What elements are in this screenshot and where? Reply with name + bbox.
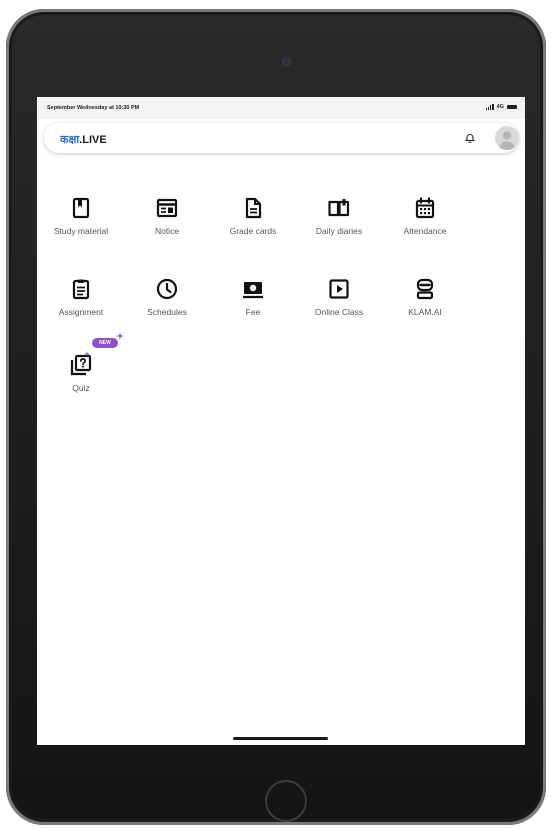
menu-item-label: Study material (53, 226, 109, 236)
menu-item-label: Attendance (403, 226, 447, 236)
status-time: September Wednesday at 10:30 PM (47, 105, 140, 111)
status-indicators: 4G (485, 104, 517, 110)
network-label: 4G (496, 104, 504, 110)
menu-item-klam-ai[interactable]: KLAM.AI (385, 277, 465, 317)
app-bar: कक्षा.LIVE (44, 123, 519, 153)
clock-icon (156, 278, 178, 300)
status-bar: September Wednesday at 10:30 PM 4G (37, 97, 525, 119)
tablet-screen: September Wednesday at 10:30 PM 4G कक्षा… (37, 97, 525, 745)
menu-item-quiz[interactable]: Quiz (41, 353, 121, 393)
menu-item-grade-cards[interactable]: Grade cards (213, 196, 293, 236)
menu-item-label: Notice (154, 226, 180, 236)
menu-item-study-material[interactable]: Study material (41, 196, 121, 236)
menu-item-label: Online Class (314, 307, 364, 317)
avatar-icon[interactable] (495, 126, 519, 150)
menu-item-label: Schedules (147, 307, 187, 317)
sparkle-icon (84, 351, 90, 357)
open-book-icon (328, 199, 350, 217)
menu-item-assignment[interactable]: Assignment (41, 277, 121, 317)
battery-icon (507, 105, 517, 109)
bell-icon[interactable] (464, 132, 476, 144)
logo-devanagari: कक्षा (60, 134, 80, 146)
signal-icon (485, 104, 494, 110)
robot-icon (416, 278, 434, 300)
document-icon (245, 197, 262, 219)
menu-item-label: KLAM.AI (408, 307, 442, 317)
money-icon (243, 282, 263, 299)
menu-item-daily-diaries[interactable]: Daily diaries (299, 196, 379, 236)
menu-item-fee[interactable]: Fee (213, 277, 293, 317)
home-indicator[interactable] (233, 737, 328, 740)
avatar-silhouette (498, 131, 516, 150)
menu-item-notice[interactable]: Notice (127, 196, 207, 236)
menu-item-label: Assignment (58, 307, 104, 317)
app-screenshot: September Wednesday at 10:30 PM 4G कक्षा… (0, 0, 551, 830)
menu-item-online-class[interactable]: Online Class (299, 277, 379, 317)
clipboard-icon (72, 279, 90, 300)
new-badge: NEW (92, 338, 118, 348)
logo-suffix: .LIVE (79, 134, 107, 146)
front-camera (283, 58, 290, 65)
notice-board-icon (156, 198, 178, 218)
menu-item-label: Quiz (72, 383, 90, 393)
bookmark-icon (72, 197, 90, 219)
sparkle-icon (116, 332, 124, 340)
menu-item-label: Fee (245, 307, 261, 317)
menu-item-label: Grade cards (229, 226, 277, 236)
calendar-icon (415, 197, 435, 219)
app-logo[interactable]: कक्षा.LIVE (60, 132, 107, 147)
play-icon (329, 279, 349, 299)
menu-item-label: Daily diaries (315, 226, 363, 236)
menu-item-schedules[interactable]: Schedules (127, 277, 207, 317)
menu-item-attendance[interactable]: Attendance (385, 196, 465, 236)
home-button[interactable] (265, 780, 307, 822)
